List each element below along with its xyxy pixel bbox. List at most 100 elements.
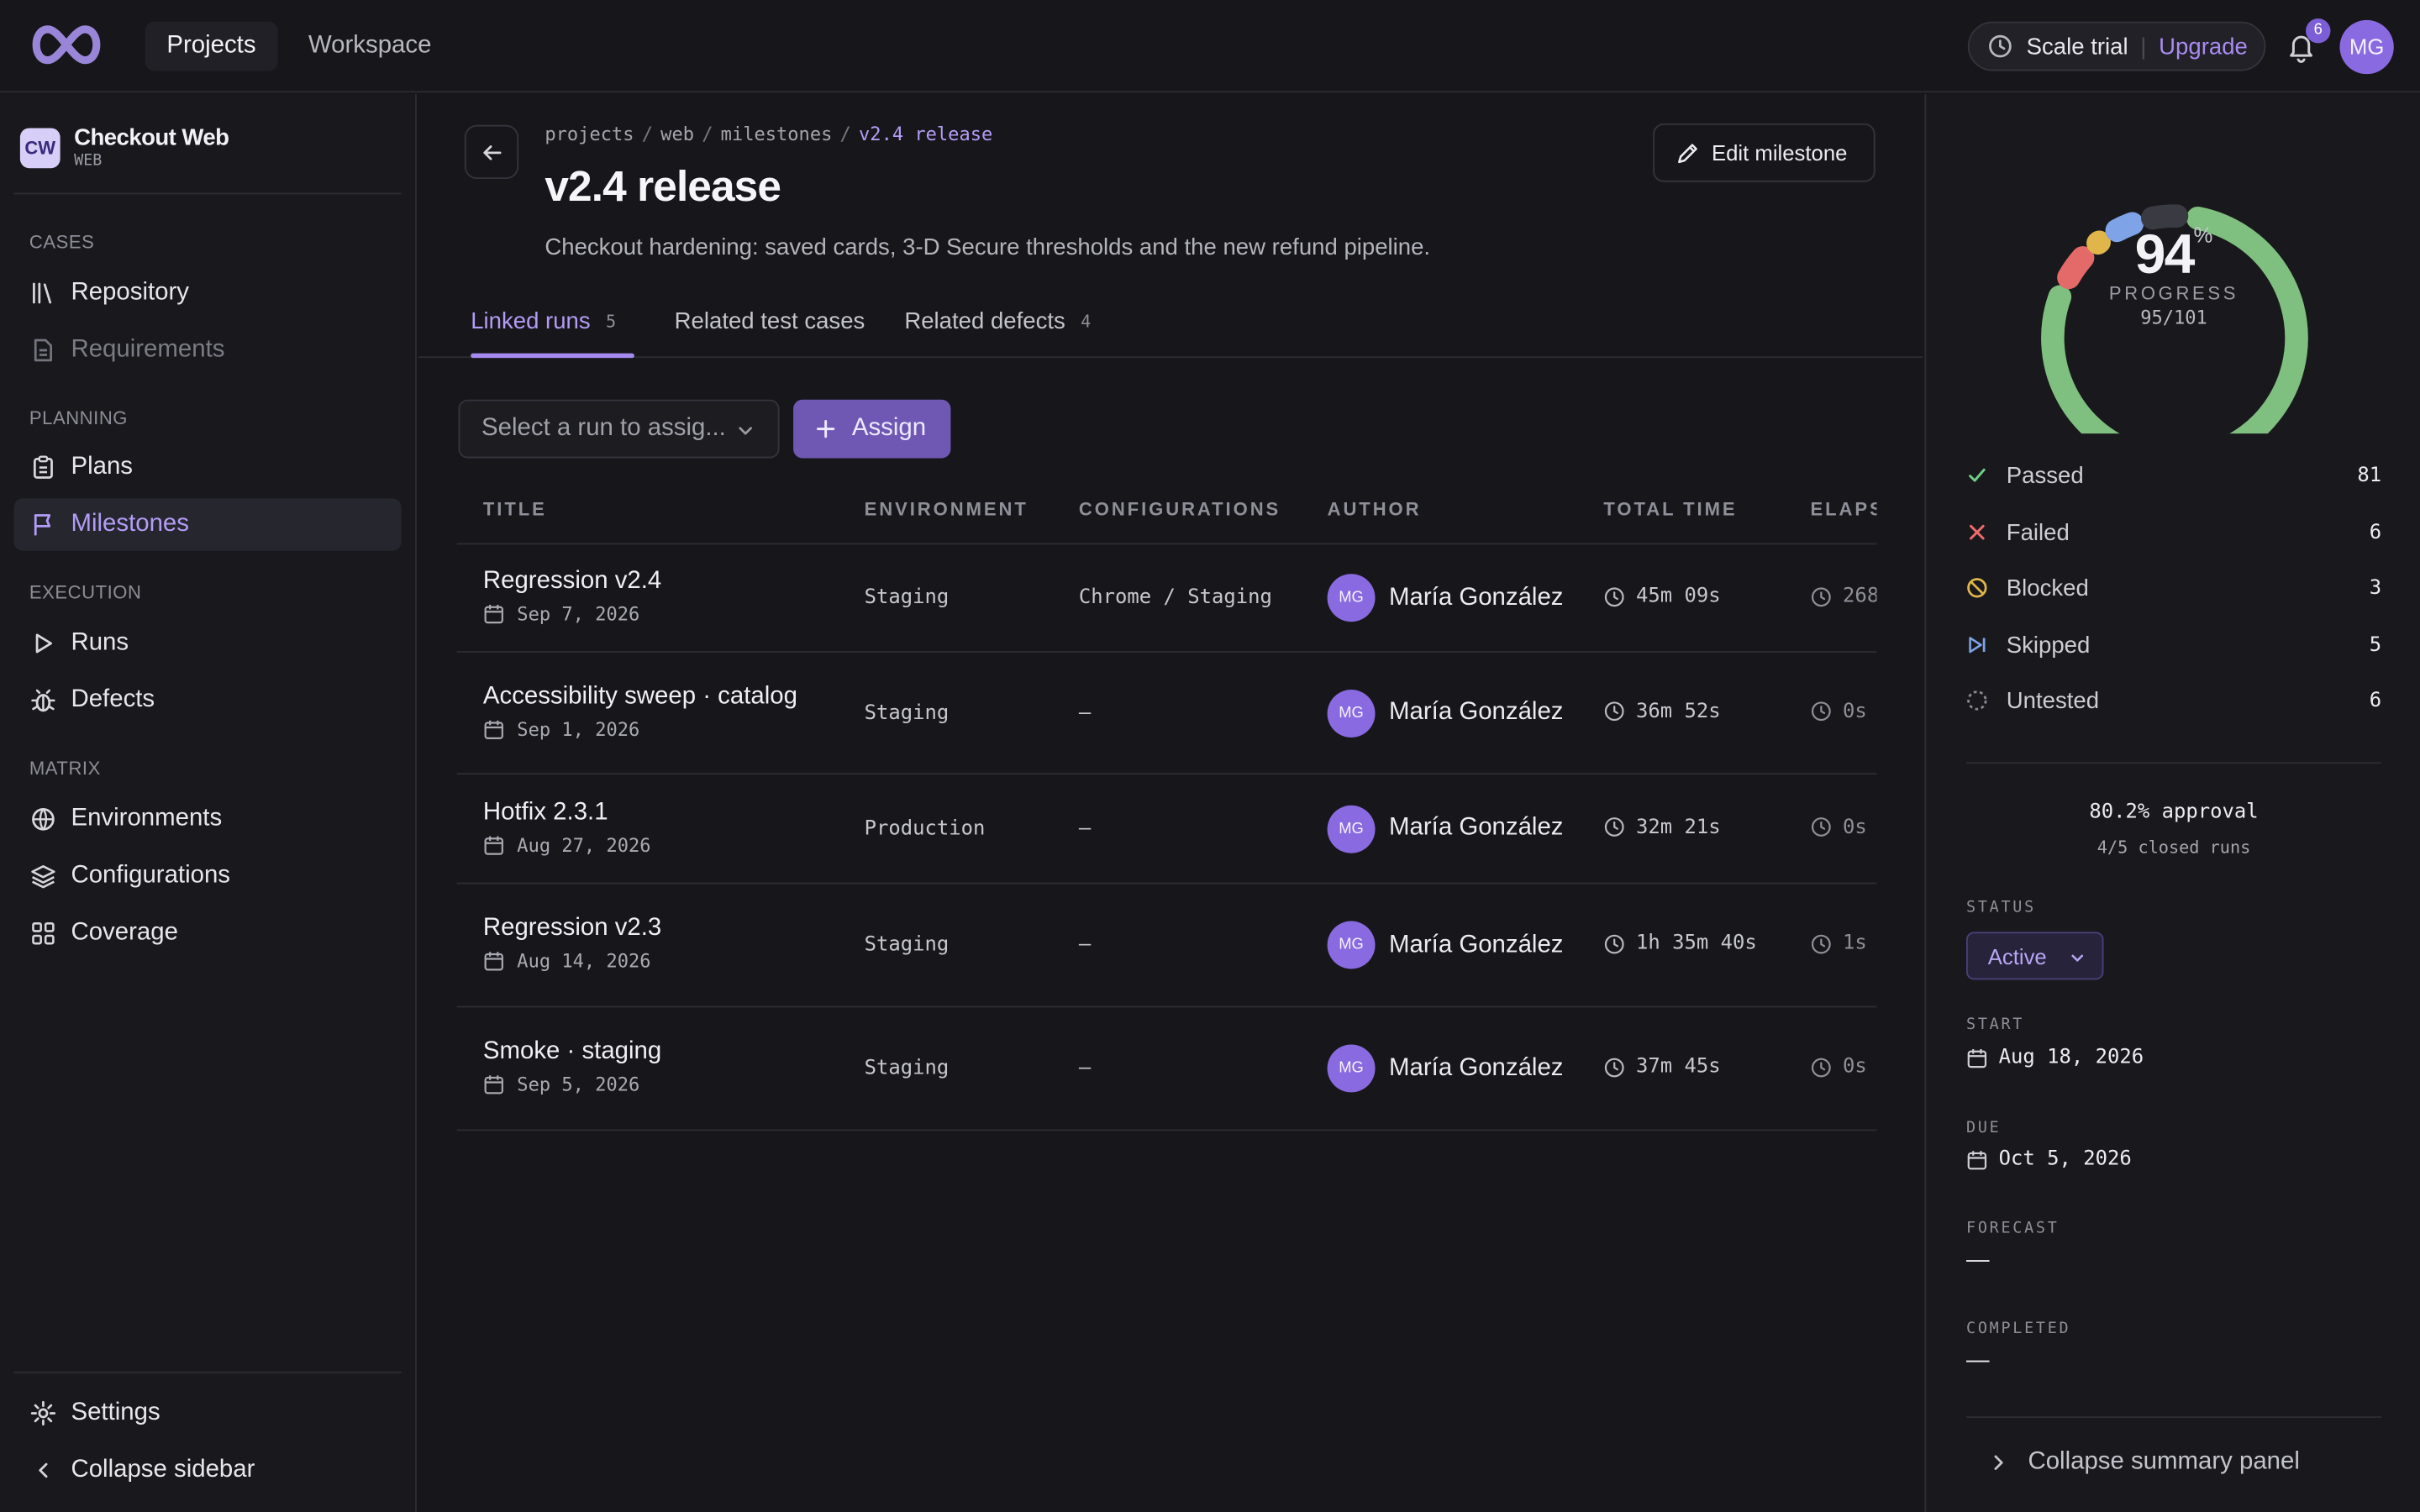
run-configurations: Chrome / Staging — [1078, 585, 1272, 610]
gear-icon — [29, 1399, 57, 1427]
clock-icon — [1810, 816, 1832, 838]
table-row[interactable]: Accessibility sweep · catalog Sep 1, 2026… — [456, 653, 1877, 775]
run-date-value: Sep 5, 2026 — [517, 1074, 640, 1096]
clock-icon — [1603, 1056, 1625, 1078]
collapse-sidebar-button[interactable]: Collapse sidebar — [14, 1444, 402, 1496]
due-label: DUE — [1966, 1120, 2002, 1137]
stat-value: 3 — [2369, 576, 2382, 600]
scale-trial-pill[interactable]: Scale trial | Upgrade — [1967, 21, 2266, 71]
sidebar-item-runs[interactable]: Runs — [14, 617, 402, 669]
stat-passed[interactable]: Passed 81 — [1966, 459, 2381, 491]
table-row[interactable]: Smoke · staging Sep 5, 2026 Staging — MG Marí… — [456, 1007, 1877, 1131]
clock-icon — [1603, 585, 1625, 607]
top-nav-projects[interactable]: Projects — [145, 21, 278, 71]
tab-label: Linked runs — [471, 308, 591, 335]
progress-percent-symbol: % — [2193, 222, 2213, 247]
run-total-time: 36m 52s — [1603, 700, 1721, 723]
tab-related-test-cases[interactable]: Related test cases — [675, 308, 865, 334]
column-header-total-time[interactable]: TOTAL TIME — [1603, 498, 1737, 520]
sidebar-item-milestones[interactable]: Milestones — [13, 498, 402, 551]
elapsed-value: 0s — [1843, 1055, 1867, 1079]
table-row[interactable]: Regression v2.4 Sep 7, 2026 Staging Chrome … — [456, 544, 1877, 653]
run-date: Aug 14, 2026 — [483, 950, 651, 972]
sidebar-item-configurations[interactable]: Configurations — [14, 850, 402, 902]
edit-milestone-button[interactable]: Edit milestone — [1653, 123, 1876, 182]
status-dropdown[interactable]: Active — [1966, 932, 2104, 980]
run-configurations: — — [1078, 701, 1092, 725]
tab-count: 5 — [606, 312, 617, 332]
run-date: Aug 27, 2026 — [483, 834, 651, 855]
breadcrumb-current: v2.4 release — [859, 123, 993, 145]
run-title[interactable]: Accessibility sweep · catalog — [483, 683, 797, 711]
stat-label: Passed — [2006, 462, 2084, 489]
start-date-value: Aug 18, 2026 — [1998, 1046, 2144, 1069]
run-author: MG María González — [1327, 574, 1563, 622]
breadcrumb: projects / web / milestones / v2.4 release — [544, 123, 992, 145]
upgrade-link[interactable]: Upgrade — [2159, 33, 2248, 59]
sidebar-item-label: Requirements — [71, 336, 225, 363]
author-avatar: MG — [1327, 574, 1376, 622]
table-row[interactable]: Regression v2.3 Aug 14, 2026 Staging — MG Mar… — [456, 884, 1877, 1008]
stat-blocked[interactable]: Blocked 3 — [1966, 572, 2381, 603]
user-avatar[interactable]: MG — [2339, 19, 2394, 75]
stat-untested[interactable]: Untested 6 — [1966, 685, 2381, 717]
run-author: MG María González — [1327, 804, 1563, 853]
breadcrumb-separator: / — [702, 123, 713, 145]
top-nav-workspace[interactable]: Workspace — [287, 22, 453, 71]
sidebar-section-planning: PLANNING — [29, 407, 128, 429]
clock-icon — [1603, 932, 1625, 954]
run-title[interactable]: Smoke · staging — [483, 1038, 661, 1066]
progress-count: 95/101 — [2140, 307, 2207, 329]
stat-failed[interactable]: Failed 6 — [1966, 517, 2381, 548]
summary-divider — [1966, 1416, 2382, 1418]
flag-icon — [29, 511, 57, 538]
sidebar-divider — [13, 192, 402, 195]
notifications-button[interactable]: 6 — [2284, 18, 2331, 63]
completed-label: COMPLETED — [1966, 1320, 2071, 1338]
sidebar-item-environments[interactable]: Environments — [14, 793, 402, 845]
skip-icon — [1966, 634, 1988, 656]
column-header-elapsed[interactable]: ELAPS — [1810, 498, 1876, 520]
stat-skipped[interactable]: Skipped 5 — [1966, 629, 2381, 660]
due-date-value: Oct 5, 2026 — [1998, 1147, 2132, 1172]
tab-related-defects[interactable]: Related defects 4 — [904, 308, 1091, 334]
run-configurations: — — [1078, 1057, 1092, 1080]
column-header-environment[interactable]: ENVIRONMENT — [865, 498, 1028, 520]
collapse-summary-panel-button[interactable]: Collapse summary panel — [1988, 1449, 2300, 1477]
breadcrumb-projects[interactable]: projects — [544, 123, 634, 145]
closed-runs: 4/5 closed runs — [2096, 837, 2251, 858]
run-environment: Production — [864, 816, 986, 841]
sidebar-item-coverage[interactable]: Coverage — [14, 907, 402, 959]
tab-linked-runs[interactable]: Linked runs 5 — [471, 308, 616, 334]
summary-panel: 94% PROGRESS 95/101 Passed 81 Failed 6 Block… — [1924, 94, 2420, 1512]
column-header-configurations[interactable]: CONFIGURATIONS — [1079, 498, 1281, 520]
sidebar-item-plans[interactable]: Plans — [14, 441, 402, 493]
sidebar-item-requirements[interactable]: Requirements — [14, 324, 402, 376]
breadcrumb-milestones[interactable]: milestones — [721, 123, 833, 145]
project-switcher[interactable]: CW Checkout Web WEB — [19, 125, 229, 171]
assign-button[interactable]: Assign — [793, 399, 951, 459]
run-title[interactable]: Regression v2.3 — [483, 915, 661, 942]
sidebar-item-settings[interactable]: Settings — [14, 1387, 402, 1439]
sidebar-item-defects[interactable]: Defects — [14, 675, 402, 727]
table-row[interactable]: Hotfix 2.3.1 Aug 27, 2026 Production — MG Mar… — [456, 774, 1877, 885]
run-select-dropdown[interactable]: Select a run to assig... — [458, 399, 780, 459]
column-header-title[interactable]: TITLE — [483, 498, 547, 520]
run-configurations: — — [1078, 933, 1092, 957]
back-button[interactable] — [464, 124, 519, 180]
top-nav: Projects Workspace — [145, 21, 453, 71]
run-environment: Staging — [864, 701, 950, 725]
author-avatar: MG — [1327, 804, 1376, 853]
run-title[interactable]: Hotfix 2.3.1 — [483, 799, 608, 827]
sidebar-item-repository[interactable]: Repository — [14, 267, 402, 319]
sidebar-item-label: Configurations — [71, 862, 230, 889]
run-title[interactable]: Regression v2.4 — [483, 568, 661, 596]
infinity-logo-icon[interactable] — [26, 22, 107, 68]
run-environment: Staging — [864, 933, 950, 957]
breadcrumb-web[interactable]: web — [660, 123, 694, 145]
column-header-author[interactable]: AUTHOR — [1328, 498, 1422, 520]
sidebar-item-label: Coverage — [71, 919, 178, 946]
author-name: María González — [1389, 1054, 1564, 1081]
project-key: WEB — [74, 152, 103, 171]
assign-label: Assign — [851, 415, 927, 442]
